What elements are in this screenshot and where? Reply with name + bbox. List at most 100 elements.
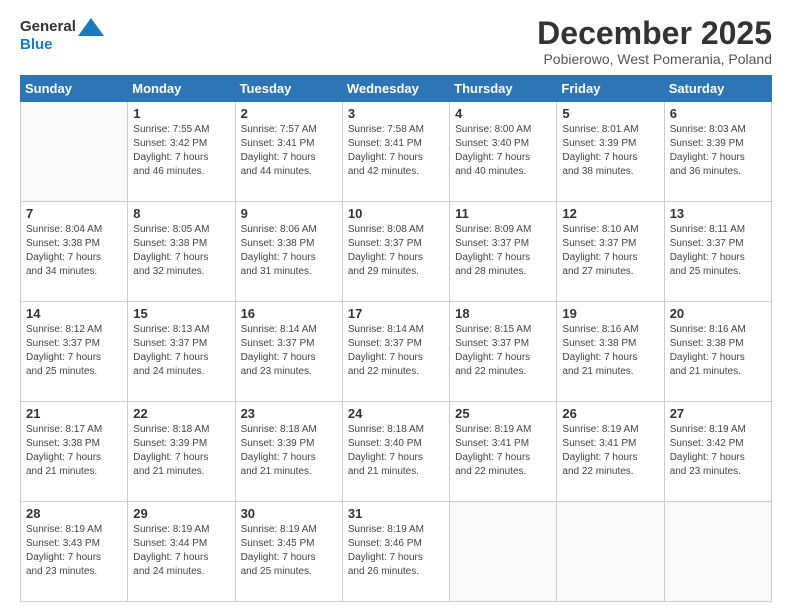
location-subtitle: Pobierowo, West Pomerania, Poland xyxy=(537,51,772,67)
month-title: December 2025 xyxy=(537,16,772,51)
calendar-week-row: 7Sunrise: 8:04 AM Sunset: 3:38 PM Daylig… xyxy=(21,202,772,302)
day-info: Sunrise: 8:15 AM Sunset: 3:37 PM Dayligh… xyxy=(455,323,551,379)
day-info: Sunrise: 8:12 AM Sunset: 3:37 PM Dayligh… xyxy=(26,323,122,379)
day-info: Sunrise: 8:19 AM Sunset: 3:41 PM Dayligh… xyxy=(455,423,551,479)
calendar-day-cell: 30Sunrise: 8:19 AM Sunset: 3:45 PM Dayli… xyxy=(235,502,342,602)
day-number: 25 xyxy=(455,406,551,421)
day-number: 12 xyxy=(562,206,658,221)
calendar-day-cell: 6 Sunrise: 8:03 AM Sunset: 3:39 PM Daylig… xyxy=(664,102,771,202)
day-info: Sunrise: 8:14 AM Sunset: 3:37 PM Dayligh… xyxy=(348,323,444,379)
day-info: Sunrise: 8:00 AM Sunset: 3:40 PM Dayligh… xyxy=(455,123,551,179)
calendar-week-row: 14 Sunrise: 8:12 AM Sunset: 3:37 PM Dayli… xyxy=(21,302,772,402)
day-number: 23 xyxy=(241,406,337,421)
day-number: 29 xyxy=(133,506,229,521)
day-info: Sunrise: 8:19 AM Sunset: 3:46 PM Dayligh… xyxy=(348,523,444,579)
calendar-day-cell: 4 Sunrise: 8:00 AM Sunset: 3:40 PM Daylig… xyxy=(450,102,557,202)
day-info: Sunrise: 8:14 AM Sunset: 3:37 PM Dayligh… xyxy=(241,323,337,379)
page: General Blue December 2025 Pobierowo, We… xyxy=(0,0,792,612)
calendar-day-cell xyxy=(557,502,664,602)
day-number: 19 xyxy=(562,306,658,321)
calendar-day-cell: 28Sunrise: 8:19 AM Sunset: 3:43 PM Dayli… xyxy=(21,502,128,602)
calendar-day-cell: 17 Sunrise: 8:14 AM Sunset: 3:37 PM Dayli… xyxy=(342,302,449,402)
logo-text: General xyxy=(20,16,104,38)
calendar-day-cell xyxy=(450,502,557,602)
title-block: December 2025 Pobierowo, West Pomerania,… xyxy=(537,16,772,67)
day-number: 2 xyxy=(241,106,337,121)
day-info: Sunrise: 7:55 AM Sunset: 3:42 PM Dayligh… xyxy=(133,123,229,179)
day-number: 11 xyxy=(455,206,551,221)
day-info: Sunrise: 8:19 AM Sunset: 3:42 PM Dayligh… xyxy=(670,423,766,479)
logo: General Blue xyxy=(20,16,104,53)
day-info: Sunrise: 8:17 AM Sunset: 3:38 PM Dayligh… xyxy=(26,423,122,479)
day-number: 28 xyxy=(26,506,122,521)
day-number: 6 xyxy=(670,106,766,121)
calendar-day-cell: 3 Sunrise: 7:58 AM Sunset: 3:41 PM Daylig… xyxy=(342,102,449,202)
day-info: Sunrise: 8:03 AM Sunset: 3:39 PM Dayligh… xyxy=(670,123,766,179)
day-info: Sunrise: 8:01 AM Sunset: 3:39 PM Dayligh… xyxy=(562,123,658,179)
calendar-day-cell: 16 Sunrise: 8:14 AM Sunset: 3:37 PM Dayli… xyxy=(235,302,342,402)
calendar-week-row: 28Sunrise: 8:19 AM Sunset: 3:43 PM Dayli… xyxy=(21,502,772,602)
day-number: 16 xyxy=(241,306,337,321)
day-info: Sunrise: 8:11 AM Sunset: 3:37 PM Dayligh… xyxy=(670,223,766,279)
calendar-header-row: SundayMondayTuesdayWednesdayThursdayFrid… xyxy=(21,76,772,102)
calendar-day-cell: 1 Sunrise: 7:55 AM Sunset: 3:42 PM Daylig… xyxy=(128,102,235,202)
calendar-week-row: 21 Sunrise: 8:17 AM Sunset: 3:38 PM Dayli… xyxy=(21,402,772,502)
day-info: Sunrise: 8:06 AM Sunset: 3:38 PM Dayligh… xyxy=(241,223,337,279)
day-info: Sunrise: 8:16 AM Sunset: 3:38 PM Dayligh… xyxy=(670,323,766,379)
day-number: 15 xyxy=(133,306,229,321)
calendar-day-cell: 12 Sunrise: 8:10 AM Sunset: 3:37 PM Dayli… xyxy=(557,202,664,302)
day-number: 9 xyxy=(241,206,337,221)
calendar-day-cell: 24Sunrise: 8:18 AM Sunset: 3:40 PM Dayli… xyxy=(342,402,449,502)
calendar-day-cell: 13Sunrise: 8:11 AM Sunset: 3:37 PM Dayli… xyxy=(664,202,771,302)
day-info: Sunrise: 7:57 AM Sunset: 3:41 PM Dayligh… xyxy=(241,123,337,179)
day-of-week-header: Monday xyxy=(128,76,235,102)
calendar-day-cell: 8Sunrise: 8:05 AM Sunset: 3:38 PM Daylig… xyxy=(128,202,235,302)
day-number: 18 xyxy=(455,306,551,321)
calendar-day-cell: 20 Sunrise: 8:16 AM Sunset: 3:38 PM Dayli… xyxy=(664,302,771,402)
calendar-day-cell xyxy=(21,102,128,202)
day-number: 22 xyxy=(133,406,229,421)
day-number: 10 xyxy=(348,206,444,221)
day-number: 7 xyxy=(26,206,122,221)
logo-icon xyxy=(78,16,104,38)
day-number: 26 xyxy=(562,406,658,421)
calendar-day-cell: 21 Sunrise: 8:17 AM Sunset: 3:38 PM Dayli… xyxy=(21,402,128,502)
calendar-day-cell: 23 Sunrise: 8:18 AM Sunset: 3:39 PM Dayli… xyxy=(235,402,342,502)
calendar-day-cell: 10Sunrise: 8:08 AM Sunset: 3:37 PM Dayli… xyxy=(342,202,449,302)
calendar-day-cell: 11Sunrise: 8:09 AM Sunset: 3:37 PM Dayli… xyxy=(450,202,557,302)
day-of-week-header: Friday xyxy=(557,76,664,102)
day-info: Sunrise: 8:18 AM Sunset: 3:40 PM Dayligh… xyxy=(348,423,444,479)
day-number: 31 xyxy=(348,506,444,521)
calendar-day-cell: 9 Sunrise: 8:06 AM Sunset: 3:38 PM Daylig… xyxy=(235,202,342,302)
day-of-week-header: Saturday xyxy=(664,76,771,102)
day-of-week-header: Thursday xyxy=(450,76,557,102)
calendar-day-cell: 27Sunrise: 8:19 AM Sunset: 3:42 PM Dayli… xyxy=(664,402,771,502)
day-number: 3 xyxy=(348,106,444,121)
day-info: Sunrise: 8:19 AM Sunset: 3:45 PM Dayligh… xyxy=(241,523,337,579)
calendar-day-cell: 14 Sunrise: 8:12 AM Sunset: 3:37 PM Dayli… xyxy=(21,302,128,402)
day-of-week-header: Sunday xyxy=(21,76,128,102)
day-number: 4 xyxy=(455,106,551,121)
calendar-day-cell: 19Sunrise: 8:16 AM Sunset: 3:38 PM Dayli… xyxy=(557,302,664,402)
day-info: Sunrise: 8:10 AM Sunset: 3:37 PM Dayligh… xyxy=(562,223,658,279)
day-number: 20 xyxy=(670,306,766,321)
day-number: 21 xyxy=(26,406,122,421)
calendar-day-cell: 31 Sunrise: 8:19 AM Sunset: 3:46 PM Dayli… xyxy=(342,502,449,602)
calendar-day-cell: 29Sunrise: 8:19 AM Sunset: 3:44 PM Dayli… xyxy=(128,502,235,602)
day-number: 5 xyxy=(562,106,658,121)
calendar-day-cell: 25 Sunrise: 8:19 AM Sunset: 3:41 PM Dayli… xyxy=(450,402,557,502)
day-info: Sunrise: 7:58 AM Sunset: 3:41 PM Dayligh… xyxy=(348,123,444,179)
day-number: 14 xyxy=(26,306,122,321)
header: General Blue December 2025 Pobierowo, We… xyxy=(20,16,772,67)
calendar-day-cell: 18 Sunrise: 8:15 AM Sunset: 3:37 PM Dayli… xyxy=(450,302,557,402)
day-info: Sunrise: 8:18 AM Sunset: 3:39 PM Dayligh… xyxy=(241,423,337,479)
day-of-week-header: Wednesday xyxy=(342,76,449,102)
day-number: 17 xyxy=(348,306,444,321)
day-number: 1 xyxy=(133,106,229,121)
day-info: Sunrise: 8:18 AM Sunset: 3:39 PM Dayligh… xyxy=(133,423,229,479)
calendar-day-cell: 7Sunrise: 8:04 AM Sunset: 3:38 PM Daylig… xyxy=(21,202,128,302)
day-info: Sunrise: 8:13 AM Sunset: 3:37 PM Dayligh… xyxy=(133,323,229,379)
calendar: SundayMondayTuesdayWednesdayThursdayFrid… xyxy=(20,75,772,602)
calendar-day-cell: 26Sunrise: 8:19 AM Sunset: 3:41 PM Dayli… xyxy=(557,402,664,502)
day-of-week-header: Tuesday xyxy=(235,76,342,102)
